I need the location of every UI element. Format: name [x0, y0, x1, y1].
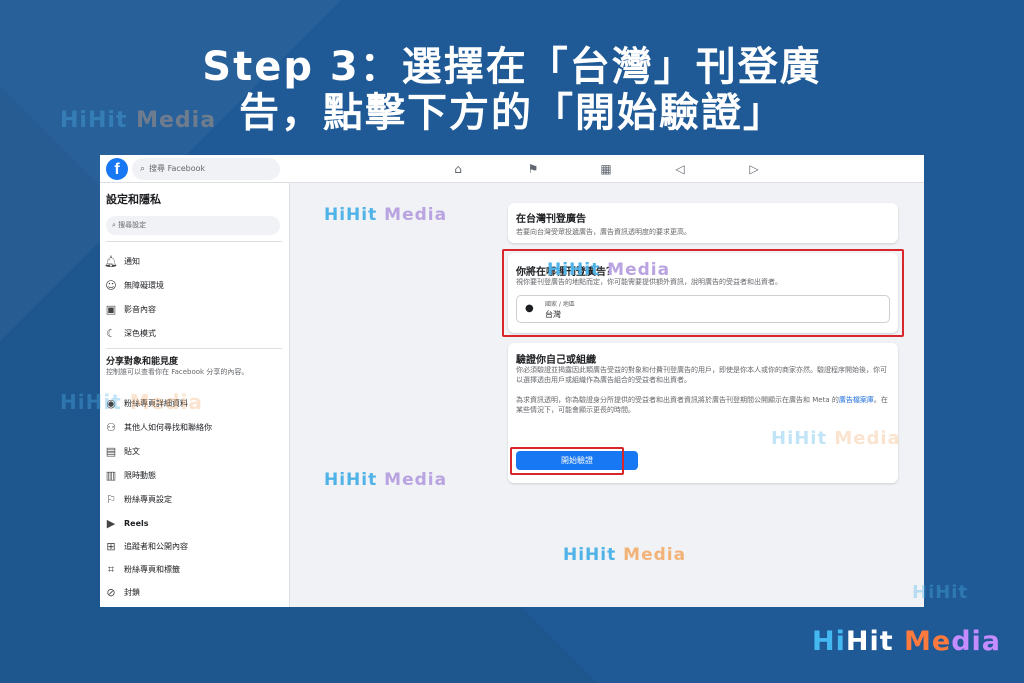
watermark: HiHit Media [547, 260, 671, 280]
settings-search-input[interactable]: ⌕ 搜尋設定 [106, 216, 280, 235]
follower-icon: ⊞ [106, 539, 116, 553]
tag-icon: ⌗ [107, 562, 115, 576]
title-line-1: Step 3：選擇在「台灣」刊登廣 [202, 44, 822, 90]
sidebar-item-dark-mode[interactable]: ☾ 深色模式 [104, 325, 156, 343]
watermark: HiHit Media [563, 545, 687, 565]
megaphone-icon[interactable]: ◁ [672, 161, 688, 177]
media-icon: ▣ [105, 302, 117, 316]
sidebar-item-stories[interactable]: ▥ 限時動態 [104, 467, 156, 485]
ad-library-link[interactable]: 廣告檔案庫 [839, 396, 874, 404]
sidebar-item-reels[interactable]: ▶ Reels [104, 515, 149, 533]
section-description: 控制誰可以查看你在 Facebook 分享的內容。 [106, 368, 249, 376]
card-description: 若要向台灣受眾投遞廣告，廣告資訊透明度的要求更高。 [516, 228, 691, 236]
facebook-search-input[interactable]: ⌕ 搜尋 Facebook [132, 158, 280, 180]
card-description-1: 你必須驗證並揭露因此類廣告受益的對象和付費刊登廣告的用戶，即使是你本人或你的商家… [516, 366, 887, 384]
sidebar-item-posts[interactable]: ▤ 貼文 [104, 443, 140, 461]
divider [106, 348, 282, 349]
divider [106, 241, 282, 242]
sidebar-item-accessibility[interactable]: ☺ 無障礙環境 [104, 277, 164, 295]
flag-icon[interactable]: ⚑ [525, 161, 541, 177]
card-description-2: 為求資訊透明，你為驗證身分所提供的受益者和出資者資訊將於廣告刊登期間公開顯示在廣… [516, 396, 888, 414]
sidebar-item-blocking[interactable]: ⊘ 封鎖 [104, 584, 140, 602]
watermark: HiHit [912, 582, 969, 603]
accessibility-icon: ☺ [105, 278, 117, 292]
facebook-logo[interactable]: f [106, 158, 128, 180]
watermark: HiHit Media [324, 205, 448, 225]
watermark: HiHit Media [324, 470, 448, 490]
people-icon: ⚇ [106, 420, 116, 434]
advertise-in-taiwan-card: 在台灣刊登廣告 若要向台灣受眾投遞廣告，廣告資訊透明度的要求更高。 [508, 203, 898, 243]
page-icon: ⚐ [106, 492, 116, 506]
watermark: HiHit Media [60, 108, 217, 133]
sidebar-item-followers[interactable]: ⊞ 追蹤者和公開內容 [104, 538, 188, 556]
story-icon: ▥ [105, 468, 117, 482]
video-icon[interactable]: ▷ [746, 161, 762, 177]
marketplace-icon[interactable]: ▦ [598, 161, 614, 177]
bell-icon: 🔔︎ [104, 254, 118, 268]
section-title: 分享對象和能見度 [106, 357, 179, 367]
moon-icon: ☾ [106, 326, 116, 340]
watermark: HiHit Media [771, 428, 901, 449]
facebook-screenshot: f ⌕ 搜尋 Facebook ⌂ ⚑ ▦ ◁ ▷ 設定和隱私 ⌕ 搜尋設定 🔔︎… [100, 155, 924, 607]
search-icon: ⌕ [140, 164, 146, 174]
sidebar-item-media[interactable]: ▣ 影音內容 [104, 301, 156, 319]
sidebar-item-page-settings[interactable]: ⚐ 粉絲專頁設定 [104, 491, 172, 509]
sidebar-item-notifications[interactable]: 🔔︎ 通知 [104, 253, 140, 271]
sidebar-item-tags[interactable]: ⌗ 粉絲專頁和標籤 [104, 561, 180, 579]
highlight-box [510, 447, 624, 475]
reels-icon: ▶ [106, 516, 116, 530]
home-icon[interactable]: ⌂ [450, 161, 466, 177]
brand-logo: HiHit Media [812, 626, 1002, 657]
sidebar-title: 設定和隱私 [106, 193, 161, 206]
card-heading: 在台灣刊登廣告 [516, 214, 586, 225]
post-icon: ▤ [105, 444, 117, 458]
card-heading: 驗證你自己或組織 [516, 355, 596, 366]
block-icon: ⊘ [106, 585, 116, 599]
top-navigation-bar: f ⌕ 搜尋 Facebook ⌂ ⚑ ▦ ◁ ▷ [100, 155, 924, 183]
sidebar-item-find-contact[interactable]: ⚇ 其他人如何尋找和聯絡你 [104, 419, 212, 437]
watermark: HiHit Media [60, 390, 203, 414]
